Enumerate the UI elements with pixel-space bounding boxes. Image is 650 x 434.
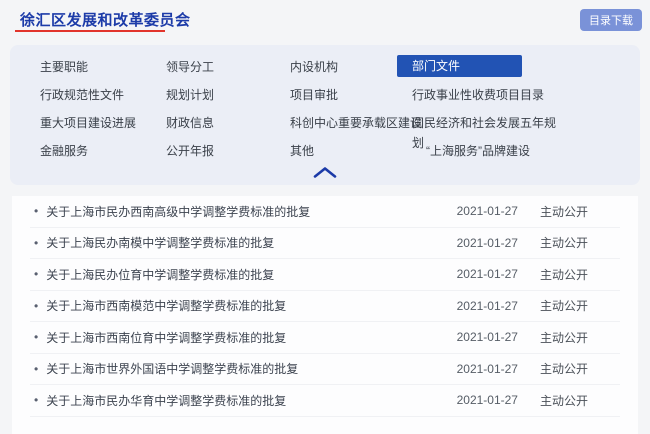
disclosure-tag: 主动公开 bbox=[540, 234, 588, 251]
nav-item-annual-report[interactable]: 公开年报 bbox=[166, 141, 290, 169]
document-date: 2021-01-27 bbox=[457, 236, 518, 250]
disclosure-tag: 主动公开 bbox=[540, 392, 588, 409]
nav-item-project-approval[interactable]: 项目审批 bbox=[290, 85, 412, 113]
bullet-icon: • bbox=[34, 330, 38, 344]
document-link[interactable]: 关于上海市民办华育中学调整学费标准的批复 bbox=[46, 392, 456, 409]
nav-item-financial-services[interactable]: 金融服务 bbox=[40, 141, 166, 169]
table-row: • 关于上海市民办华育中学调整学费标准的批复 2021-01-27 主动公开 bbox=[30, 385, 620, 417]
table-row: • 关于上海市西南位育中学调整学费标准的批复 2021-01-27 主动公开 bbox=[30, 322, 620, 354]
nav-item-fee-catalog[interactable]: 行政事业性收费项目目录 bbox=[412, 85, 620, 113]
nav-item-internal-orgs[interactable]: 内设机构 bbox=[290, 57, 412, 85]
document-date: 2021-01-27 bbox=[457, 299, 518, 313]
document-link[interactable]: 关于上海市西南模范中学调整学费标准的批复 bbox=[46, 297, 456, 314]
bullet-icon: • bbox=[34, 236, 38, 250]
document-link[interactable]: 关于上海市世界外国语中学调整学费标准的批复 bbox=[46, 360, 456, 377]
collapse-button[interactable] bbox=[310, 165, 340, 179]
nav-item-shanghai-service-brand[interactable]: “上海服务”品牌建设 bbox=[412, 141, 620, 169]
nav-item-planning[interactable]: 规划计划 bbox=[166, 85, 290, 113]
bullet-icon: • bbox=[34, 204, 38, 218]
document-date: 2021-01-27 bbox=[457, 204, 518, 218]
nav-item-leadership[interactable]: 领导分工 bbox=[166, 57, 290, 85]
disclosure-tag: 主动公开 bbox=[540, 329, 588, 346]
page-title: 徐汇区发展和改革委员会 bbox=[20, 9, 191, 30]
chevron-up-icon bbox=[313, 167, 337, 178]
document-link[interactable]: 关于上海民办位育中学调整学费标准的批复 bbox=[46, 266, 456, 283]
document-link[interactable]: 关于上海市西南位育中学调整学费标准的批复 bbox=[46, 329, 456, 346]
table-row: • 关于上海市民办西南高级中学调整学费标准的批复 2021-01-27 主动公开 bbox=[30, 196, 620, 228]
nav-item-sci-tech-center[interactable]: 科创中心重要承载区建设 bbox=[290, 113, 412, 141]
bullet-icon: • bbox=[34, 299, 38, 313]
disclosure-tag: 主动公开 bbox=[540, 203, 588, 220]
table-row: • 关于上海市西南模范中学调整学费标准的批复 2021-01-27 主动公开 bbox=[30, 291, 620, 323]
nav-item-five-year-plan[interactable]: 国民经济和社会发展五年规划 bbox=[412, 113, 564, 141]
document-date: 2021-01-27 bbox=[457, 267, 518, 281]
nav-item-major-projects[interactable]: 重大项目建设进展 bbox=[40, 113, 166, 141]
disclosure-tag: 主动公开 bbox=[540, 266, 588, 283]
document-date: 2021-01-27 bbox=[457, 393, 518, 407]
disclosure-tag: 主动公开 bbox=[540, 297, 588, 314]
title-underline bbox=[15, 30, 165, 32]
nav-panel: 主要职能 领导分工 内设机构 部门文件 行政规范性文件 规划计划 项目审批 行政… bbox=[10, 45, 640, 185]
document-link[interactable]: 关于上海民办南模中学调整学费标准的批复 bbox=[46, 234, 456, 251]
nav-grid: 主要职能 领导分工 内设机构 部门文件 行政规范性文件 规划计划 项目审批 行政… bbox=[10, 45, 640, 169]
nav-item-regulatory-docs[interactable]: 行政规范性文件 bbox=[40, 85, 166, 113]
nav-item-main-functions[interactable]: 主要职能 bbox=[40, 57, 166, 85]
document-list-panel: • 关于上海市民办西南高级中学调整学费标准的批复 2021-01-27 主动公开… bbox=[12, 196, 638, 434]
table-row: • 关于上海市世界外国语中学调整学费标准的批复 2021-01-27 主动公开 bbox=[30, 354, 620, 386]
nav-item-fiscal-info[interactable]: 财政信息 bbox=[166, 113, 290, 141]
document-date: 2021-01-27 bbox=[457, 330, 518, 344]
directory-download-button[interactable]: 目录下载 bbox=[580, 9, 642, 31]
table-row: • 关于上海民办南模中学调整学费标准的批复 2021-01-27 主动公开 bbox=[30, 228, 620, 260]
table-row: • 关于上海民办位育中学调整学费标准的批复 2021-01-27 主动公开 bbox=[30, 259, 620, 291]
nav-item-other[interactable]: 其他 bbox=[290, 141, 412, 169]
document-date: 2021-01-27 bbox=[457, 362, 518, 376]
bullet-icon: • bbox=[34, 267, 38, 281]
bullet-icon: • bbox=[34, 362, 38, 376]
disclosure-tag: 主动公开 bbox=[540, 360, 588, 377]
nav-item-department-documents-active[interactable]: 部门文件 bbox=[397, 55, 522, 77]
bullet-icon: • bbox=[34, 393, 38, 407]
document-link[interactable]: 关于上海市民办西南高级中学调整学费标准的批复 bbox=[46, 203, 456, 220]
